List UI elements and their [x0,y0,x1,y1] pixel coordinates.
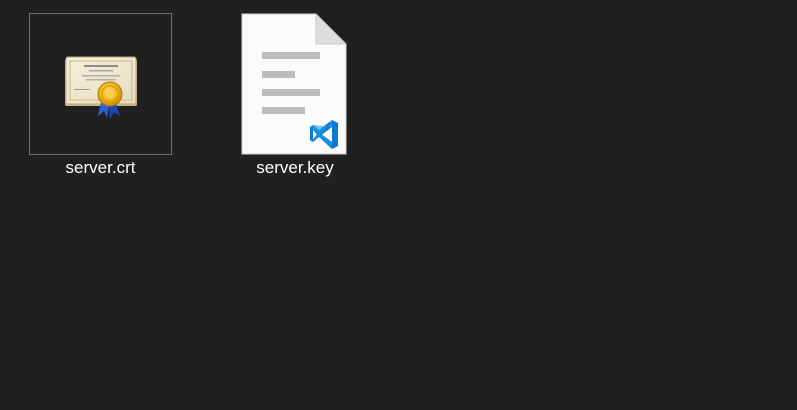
file-thumbnail [29,13,172,155]
file-thumbnail [241,13,347,155]
file-item-server-crt[interactable]: server.crt [29,13,172,183]
file-item-server-key[interactable]: server.key [240,13,350,183]
file-name-label: server.key [256,158,334,177]
file-name-label: server.crt [65,158,136,177]
vscode-document-icon [241,13,347,155]
certificate-icon [65,56,137,119]
file-explorer-view: server.crt server.key [0,0,797,410]
